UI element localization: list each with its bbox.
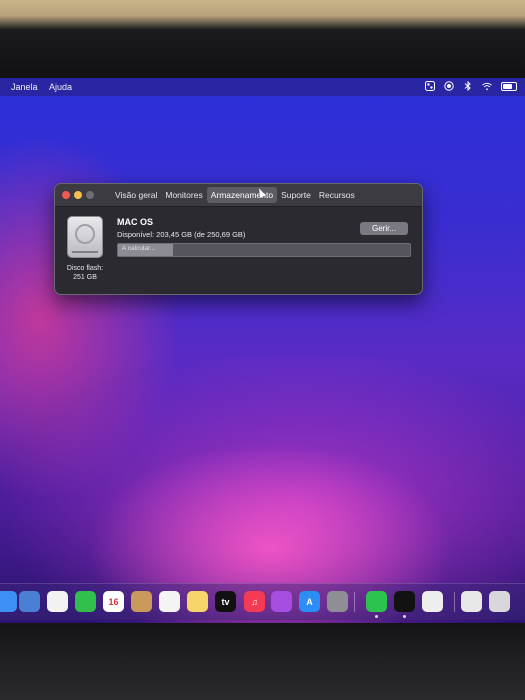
tab-recursos[interactable]: Recursos <box>315 187 359 203</box>
podcasts-icon[interactable] <box>271 591 292 612</box>
desktop-screen: Janela Ajuda Visão geral Monitores Armaz… <box>0 78 525 623</box>
flash-disk-icon <box>67 216 103 258</box>
disk-label-type: Disco flash: <box>66 265 104 272</box>
laptop-bezel-bottom <box>0 623 525 700</box>
minimize-button[interactable] <box>74 191 82 199</box>
running-app-indicator <box>403 615 406 618</box>
disk-label-size: 251 GB <box>73 274 97 281</box>
tab-monitores[interactable]: Monitores <box>161 187 206 203</box>
photos-icon[interactable] <box>47 591 68 612</box>
bluetooth-icon[interactable] <box>463 81 473 91</box>
notes-icon[interactable] <box>187 591 208 612</box>
downloads-icon[interactable] <box>461 591 482 612</box>
volume-name: MAC OS <box>117 217 153 227</box>
menu-janela[interactable]: Janela <box>11 82 38 92</box>
spotify-icon[interactable] <box>394 591 415 612</box>
menu-bar: Janela Ajuda <box>0 78 525 96</box>
textedit-icon[interactable] <box>422 591 443 612</box>
calculating-text: A calcular... <box>122 245 156 252</box>
running-app-indicator <box>375 615 378 618</box>
reminders-icon[interactable] <box>159 591 180 612</box>
zoom-button[interactable] <box>86 191 94 199</box>
trash-icon[interactable] <box>489 591 510 612</box>
whatsapp-icon[interactable] <box>366 591 387 612</box>
system-preferences-icon[interactable] <box>327 591 348 612</box>
window-titlebar: Visão geral Monitores Armazenamento Supo… <box>55 184 422 207</box>
contacts-icon[interactable] <box>131 591 152 612</box>
tab-armazenamento[interactable]: Armazenamento <box>206 187 278 203</box>
manage-button[interactable]: Gerir... <box>360 222 408 235</box>
laptop-bezel-top <box>0 0 525 78</box>
facetime-icon[interactable] <box>75 591 96 612</box>
preview-icon[interactable] <box>19 591 40 612</box>
dock-separator <box>454 592 455 612</box>
menu-ajuda[interactable]: Ajuda <box>49 82 72 92</box>
dock: 16 tv ♫ A <box>0 583 525 620</box>
tab-suporte[interactable]: Suporte <box>277 187 315 203</box>
available-space: Disponível: 203,45 GB (de 250,69 GB) <box>117 230 246 239</box>
battery-icon[interactable] <box>501 81 517 91</box>
tab-visao-geral[interactable]: Visão geral <box>111 187 161 203</box>
disk-label: Disco flash: 251 GB <box>59 264 111 282</box>
wifi-icon[interactable] <box>482 81 492 91</box>
about-this-mac-window: Visão geral Monitores Armazenamento Supo… <box>54 183 423 295</box>
tab-bar: Visão geral Monitores Armazenamento Supo… <box>111 187 359 203</box>
apple-tv-icon[interactable]: tv <box>215 591 236 612</box>
mail-icon[interactable] <box>0 591 17 612</box>
calendar-icon[interactable]: 16 <box>103 591 124 612</box>
control-center-icon[interactable] <box>425 81 435 91</box>
music-icon[interactable]: ♫ <box>244 591 265 612</box>
storage-usage-bar: A calcular... <box>117 243 411 257</box>
close-button[interactable] <box>62 191 70 199</box>
dock-separator <box>354 592 355 612</box>
status-area <box>425 81 517 91</box>
screen-record-icon[interactable] <box>444 81 454 91</box>
app-store-icon[interactable]: A <box>299 591 320 612</box>
